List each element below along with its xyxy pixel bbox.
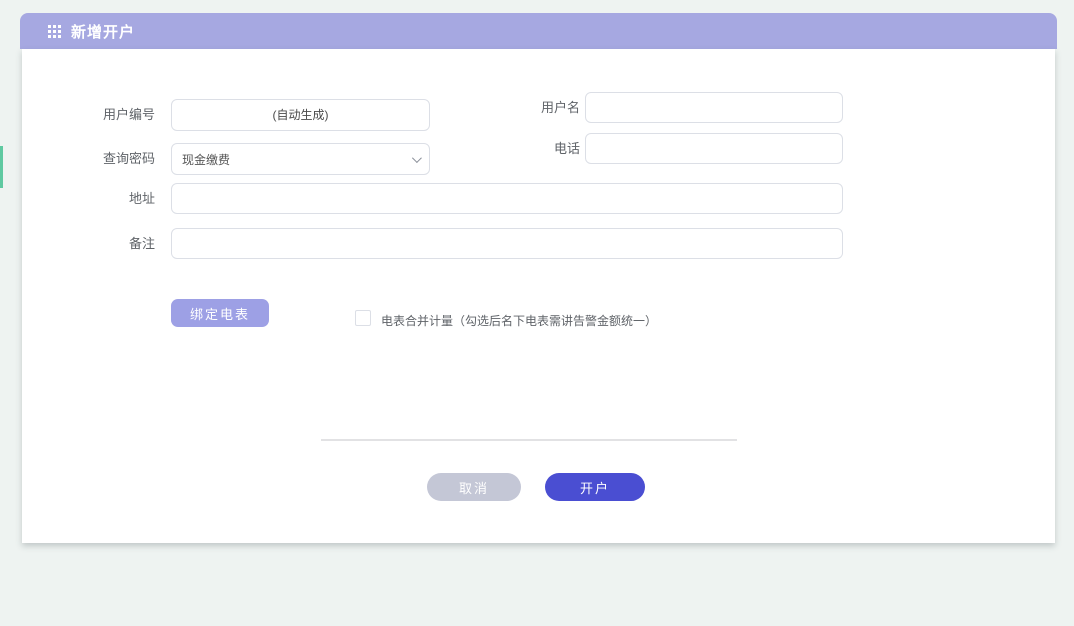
bind-meter-button[interactable]: 绑定电表 <box>171 299 269 327</box>
divider <box>321 439 737 441</box>
grid-icon <box>48 25 61 38</box>
cancel-button[interactable]: 取消 <box>427 473 521 501</box>
address-label: 地址 <box>62 191 155 207</box>
user-no-label: 用户编号 <box>62 107 155 123</box>
confirm-open-account-button[interactable]: 开户 <box>545 473 645 501</box>
user-no-input[interactable] <box>171 99 430 131</box>
remark-label: 备注 <box>62 236 155 252</box>
phone-label: 电话 <box>487 141 580 157</box>
merge-metering-checkbox[interactable] <box>355 310 371 326</box>
username-input[interactable] <box>585 92 843 123</box>
form-panel: 用户编号 用户名 查询密码 现金缴费 电话 地址 备注 绑定电表 电表合并计量（… <box>22 49 1055 543</box>
remark-input[interactable] <box>171 228 843 259</box>
query-password-label: 查询密码 <box>62 151 155 167</box>
phone-input[interactable] <box>585 133 843 164</box>
address-input[interactable] <box>171 183 843 214</box>
panel-title: 新增开户 <box>71 21 135 42</box>
payment-type-select[interactable]: 现金缴费 <box>171 143 430 175</box>
merge-metering-checkbox-label: 电表合并计量（勾选后名下电表需讲告警金额统一） <box>381 312 657 329</box>
chevron-down-icon <box>412 153 422 163</box>
username-label: 用户名 <box>487 100 580 116</box>
payment-type-selected-value: 现金缴费 <box>182 151 412 168</box>
panel-header: 新增开户 <box>20 13 1057 49</box>
left-accent-bar <box>0 146 3 188</box>
